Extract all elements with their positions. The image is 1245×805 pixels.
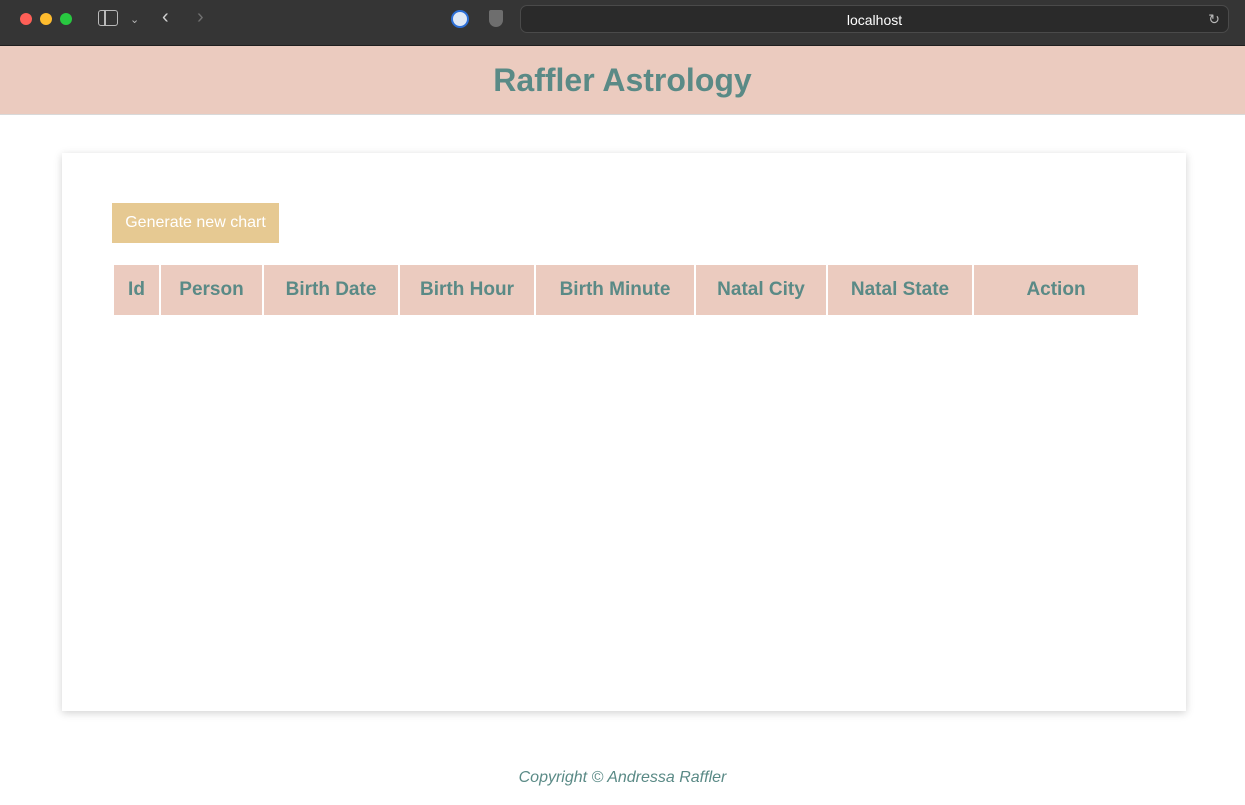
column-header-person: Person: [161, 265, 262, 315]
url-text: localhost: [846, 12, 903, 28]
reload-icon[interactable]: ↻: [1208, 11, 1220, 28]
forward-arrow-icon[interactable]: ›: [197, 7, 204, 27]
site-header: Raffler Astrology: [0, 46, 1245, 115]
footer-copyright: Copyright © Andressa Raffler: [518, 769, 727, 786]
table-header-row: Id Person Birth Date Birth Hour Birth Mi…: [114, 265, 1138, 315]
minimize-dot-icon[interactable]: [40, 13, 52, 25]
generate-chart-button[interactable]: Generate new chart: [112, 203, 279, 243]
password-manager-icon[interactable]: [451, 10, 469, 28]
column-header-id: Id: [114, 265, 159, 315]
main-card: Generate new chart Id Person Birth Date …: [62, 153, 1186, 711]
column-header-birth-minute: Birth Minute: [536, 265, 694, 315]
shield-icon[interactable]: [489, 10, 503, 27]
site-title: Raffler Astrology: [493, 62, 752, 98]
column-header-action: Action: [974, 265, 1138, 315]
sidebar-icon[interactable]: [98, 10, 118, 26]
back-arrow-icon[interactable]: ‹: [162, 7, 169, 27]
column-header-birth-hour: Birth Hour: [400, 265, 534, 315]
charts-table: Id Person Birth Date Birth Hour Birth Mi…: [112, 263, 1140, 317]
browser-toolbar: ⌄ ‹ › localhost ↻: [0, 0, 1245, 46]
close-dot-icon[interactable]: [20, 13, 32, 25]
zoom-dot-icon[interactable]: [60, 13, 72, 25]
address-bar[interactable]: localhost ↻: [520, 5, 1229, 33]
column-header-natal-city: Natal City: [696, 265, 826, 315]
column-header-birth-date: Birth Date: [264, 265, 398, 315]
column-header-natal-state: Natal State: [828, 265, 972, 315]
chevron-down-icon[interactable]: ⌄: [130, 12, 139, 28]
